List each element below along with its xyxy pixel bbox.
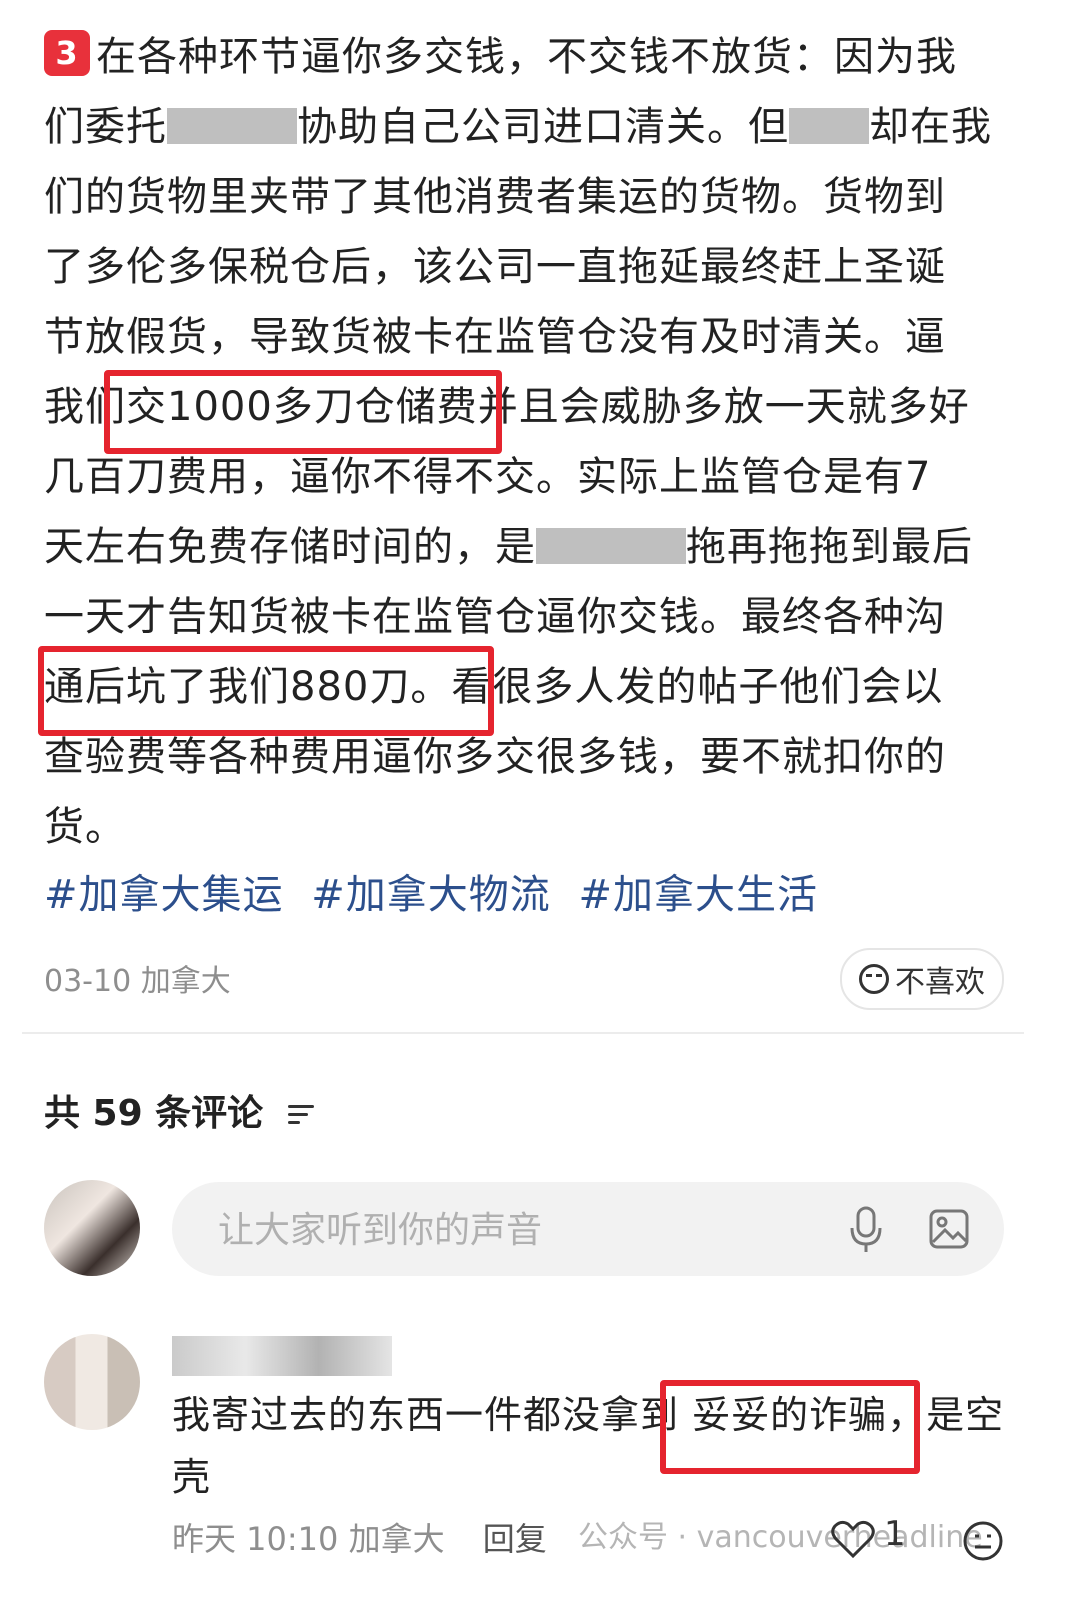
- heart-icon[interactable]: [830, 1518, 876, 1560]
- sort-icon[interactable]: [286, 1102, 316, 1128]
- comment-body: 我寄过去的东西一件都没拿到 妥妥的诈骗，是空壳: [172, 1380, 1012, 1508]
- redacted-name: [536, 528, 686, 564]
- post-line-text: 协助自己公司进口清关。但: [297, 104, 789, 150]
- comment-time-location: 昨天 10:10 加拿大: [172, 1520, 445, 1558]
- post-line: 货。: [44, 804, 126, 850]
- emoji-icon[interactable]: [962, 1520, 1004, 1562]
- post-line-text: 却在我: [869, 104, 992, 150]
- post-line: 几百刀费用，逼你不得不交。实际上监管仓是有7: [44, 454, 932, 500]
- dislike-button[interactable]: 不喜欢: [840, 948, 1004, 1010]
- post-line-text: 们委托: [44, 104, 167, 150]
- microphone-icon[interactable]: [848, 1206, 884, 1254]
- post-line: 们的货物里夹带了其他消费者集运的货物。货物到: [44, 174, 946, 220]
- post-line: 节放假货，导致货被卡在监管仓没有及时清关。逼: [44, 314, 946, 360]
- comments-header[interactable]: 共 59 条评论: [44, 1084, 316, 1136]
- reply-button[interactable]: 回复: [483, 1520, 547, 1558]
- neutral-face-icon: [859, 964, 889, 994]
- post-line: 了多伦多保税仓后，该公司一直拖延最终赶上圣诞: [44, 244, 946, 290]
- like-count: 1: [884, 1514, 906, 1554]
- post-line: 天左右免费存储时间的，是 拖再拖拖到最后: [44, 512, 1034, 582]
- hashtag-list: #加拿大集运 #加拿大物流 #加拿大生活: [44, 862, 832, 920]
- hashtag-link[interactable]: #加拿大生活: [578, 872, 818, 918]
- post-line: 通后坑了我们880刀。看很多人发的帖子他们会以: [38, 646, 1034, 736]
- commenter-name-redacted[interactable]: [172, 1336, 392, 1376]
- comment-count: 共 59 条评论: [44, 1093, 264, 1134]
- watermark: 公众号 · vancouverheadline: [578, 1520, 983, 1555]
- post-line: 3 在各种环节逼你多交钱，不交钱不放货：因为我: [44, 22, 1034, 92]
- redacted-name: [789, 108, 869, 144]
- post-body: 3 在各种环节逼你多交钱，不交钱不放货：因为我 们委托 协助自己公司进口清关。但 却在…: [38, 22, 1034, 862]
- divider: [22, 1032, 1024, 1034]
- post-meta: 03-10 加拿大: [44, 964, 231, 999]
- comment-meta: 昨天 10:10 加拿大 回复: [172, 1514, 547, 1560]
- highlight-box-fraud: [660, 1380, 920, 1474]
- dislike-label: 不喜欢: [895, 965, 985, 1000]
- number-badge: 3: [44, 30, 90, 76]
- post-line-text: 拖再拖拖到最后: [686, 524, 973, 570]
- post-line-text: 天左右免费存储时间的，是: [44, 524, 536, 570]
- my-avatar[interactable]: [44, 1180, 140, 1276]
- post-line: 查验费等各种费用逼你多交很多钱，要不就扣你的: [44, 734, 946, 780]
- post-line-text: 在各种环节逼你多交钱，不交钱不放货：因为我: [96, 34, 957, 80]
- hashtag-link[interactable]: #加拿大物流: [311, 872, 551, 918]
- post-line: 一天才告知货被卡在监管仓逼你交钱。最终各种沟: [44, 594, 946, 640]
- image-icon[interactable]: [928, 1208, 970, 1250]
- commenter-avatar[interactable]: [44, 1334, 140, 1430]
- comment-input[interactable]: [216, 1182, 820, 1278]
- post-line: 们委托 协助自己公司进口清关。但 却在我: [44, 92, 1034, 162]
- hashtag-link[interactable]: #加拿大集运: [44, 872, 284, 918]
- redacted-name: [167, 108, 297, 144]
- comment-input-bar[interactable]: [172, 1182, 1004, 1278]
- post-line: 我们交1000多刀仓储费并且会威胁多放一天就多好: [44, 370, 1034, 454]
